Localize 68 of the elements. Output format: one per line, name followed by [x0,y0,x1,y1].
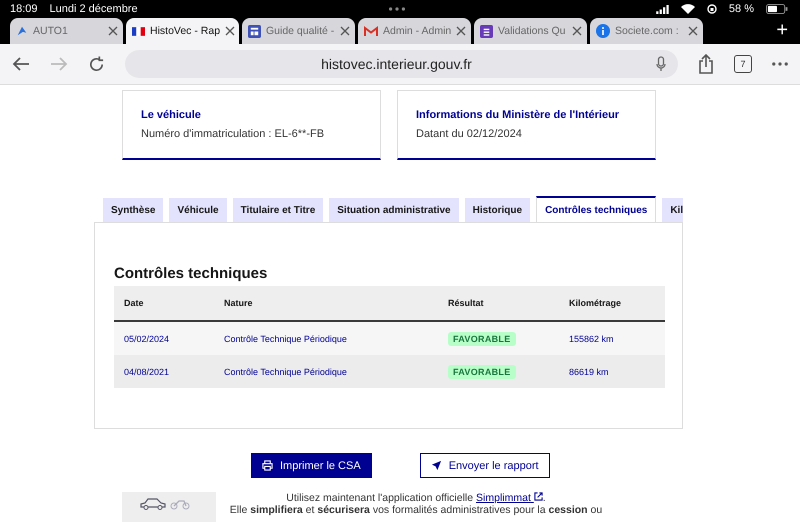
card-title: Le véhicule [141,109,202,121]
clock-time: 18:09 [10,3,38,15]
microphone-icon[interactable] [656,56,666,72]
close-icon[interactable] [340,26,350,36]
result-badge: FAVORABLE [448,364,516,378]
tab[interactable]: Situation administrative [329,198,459,222]
share-icon[interactable] [698,54,714,74]
close-icon[interactable] [225,26,236,36]
column-header: Date [114,286,214,321]
arrow-logo-icon [16,25,28,37]
reload-icon[interactable] [88,56,105,72]
card-text: Numéro d'immatriculation : EL-6**-FB [141,128,326,140]
browser-tab[interactable]: Admin - Admin [358,18,471,44]
simplimmat-link[interactable]: Simplimmat [476,492,543,504]
send-icon [430,460,442,471]
browser-tab[interactable]: HistoVec - Rap [126,18,239,44]
card-text: Datant du 02/12/2024 [416,128,523,140]
battery-percent: 58 % [728,3,754,15]
mileage-cell: 155862 km [559,321,665,355]
signal-icon [656,4,669,14]
layout-icon [248,24,261,38]
tab[interactable]: Kil [662,198,683,222]
dots-icon [388,7,405,11]
mail-icon [364,26,378,36]
lock-rotation-icon [706,4,717,14]
tab-count-button[interactable]: 7 [734,55,752,73]
close-icon[interactable] [108,26,118,36]
promo-text: Elle simplifiera et sécurisera vos formalités administratives pour la cession ou [228,504,604,516]
info-icon [596,24,610,38]
close-icon[interactable] [688,26,698,36]
car-icon [140,498,166,510]
address-bar[interactable]: histovec.interieur.gouv.fr [125,50,678,78]
browser-tab[interactable]: AUTO1 [10,18,123,44]
mileage-cell: 86619 km [559,355,665,388]
browser-tab[interactable]: Guide qualité - [242,18,355,44]
status-date: Lundi 2 décembre [50,3,138,15]
tab[interactable]: Titulaire et Titre [232,198,324,222]
printer-icon [262,460,273,471]
send-button[interactable]: Envoyer le rapport [420,453,550,478]
browser-tab[interactable]: Societe.com : [590,18,703,44]
column-header: Nature [214,286,438,321]
tab[interactable]: Véhicule [169,198,227,222]
result-badge: FAVORABLE [448,332,516,346]
nature-cell: Contrôle Technique Périodique [214,355,438,388]
date-cell: 05/02/2024 [114,321,214,355]
new-tab-button[interactable]: + [764,19,800,44]
nature-cell: Contrôle Technique Périodique [214,321,438,355]
battery-icon [766,4,788,14]
column-header: Résultat [438,286,559,321]
tab[interactable]: Contrôles techniques [536,196,656,222]
more-icon[interactable] [772,62,788,66]
flag-icon [132,26,145,36]
external-link-icon [534,492,543,501]
close-icon[interactable] [572,26,582,36]
promo-text: Utilisez maintenant l'application officielle Simplimmat . [285,492,547,504]
column-header: Kilométrage [559,286,665,321]
wifi-icon [680,4,695,14]
tab[interactable]: Synthèse [103,198,164,222]
print-button[interactable]: Imprimer le CSA [251,453,372,478]
section-title: Contrôles techniques [114,265,268,282]
close-icon[interactable] [456,26,466,36]
back-icon[interactable] [12,56,30,72]
form-icon [480,24,493,38]
tab[interactable]: Historique [464,198,530,222]
date-cell: 04/08/2021 [114,355,214,388]
motorcycle-icon [170,498,190,510]
card-title: Informations du Ministère de l'Intérieur [416,109,620,121]
browser-tab[interactable]: Validations Qu [474,18,587,44]
